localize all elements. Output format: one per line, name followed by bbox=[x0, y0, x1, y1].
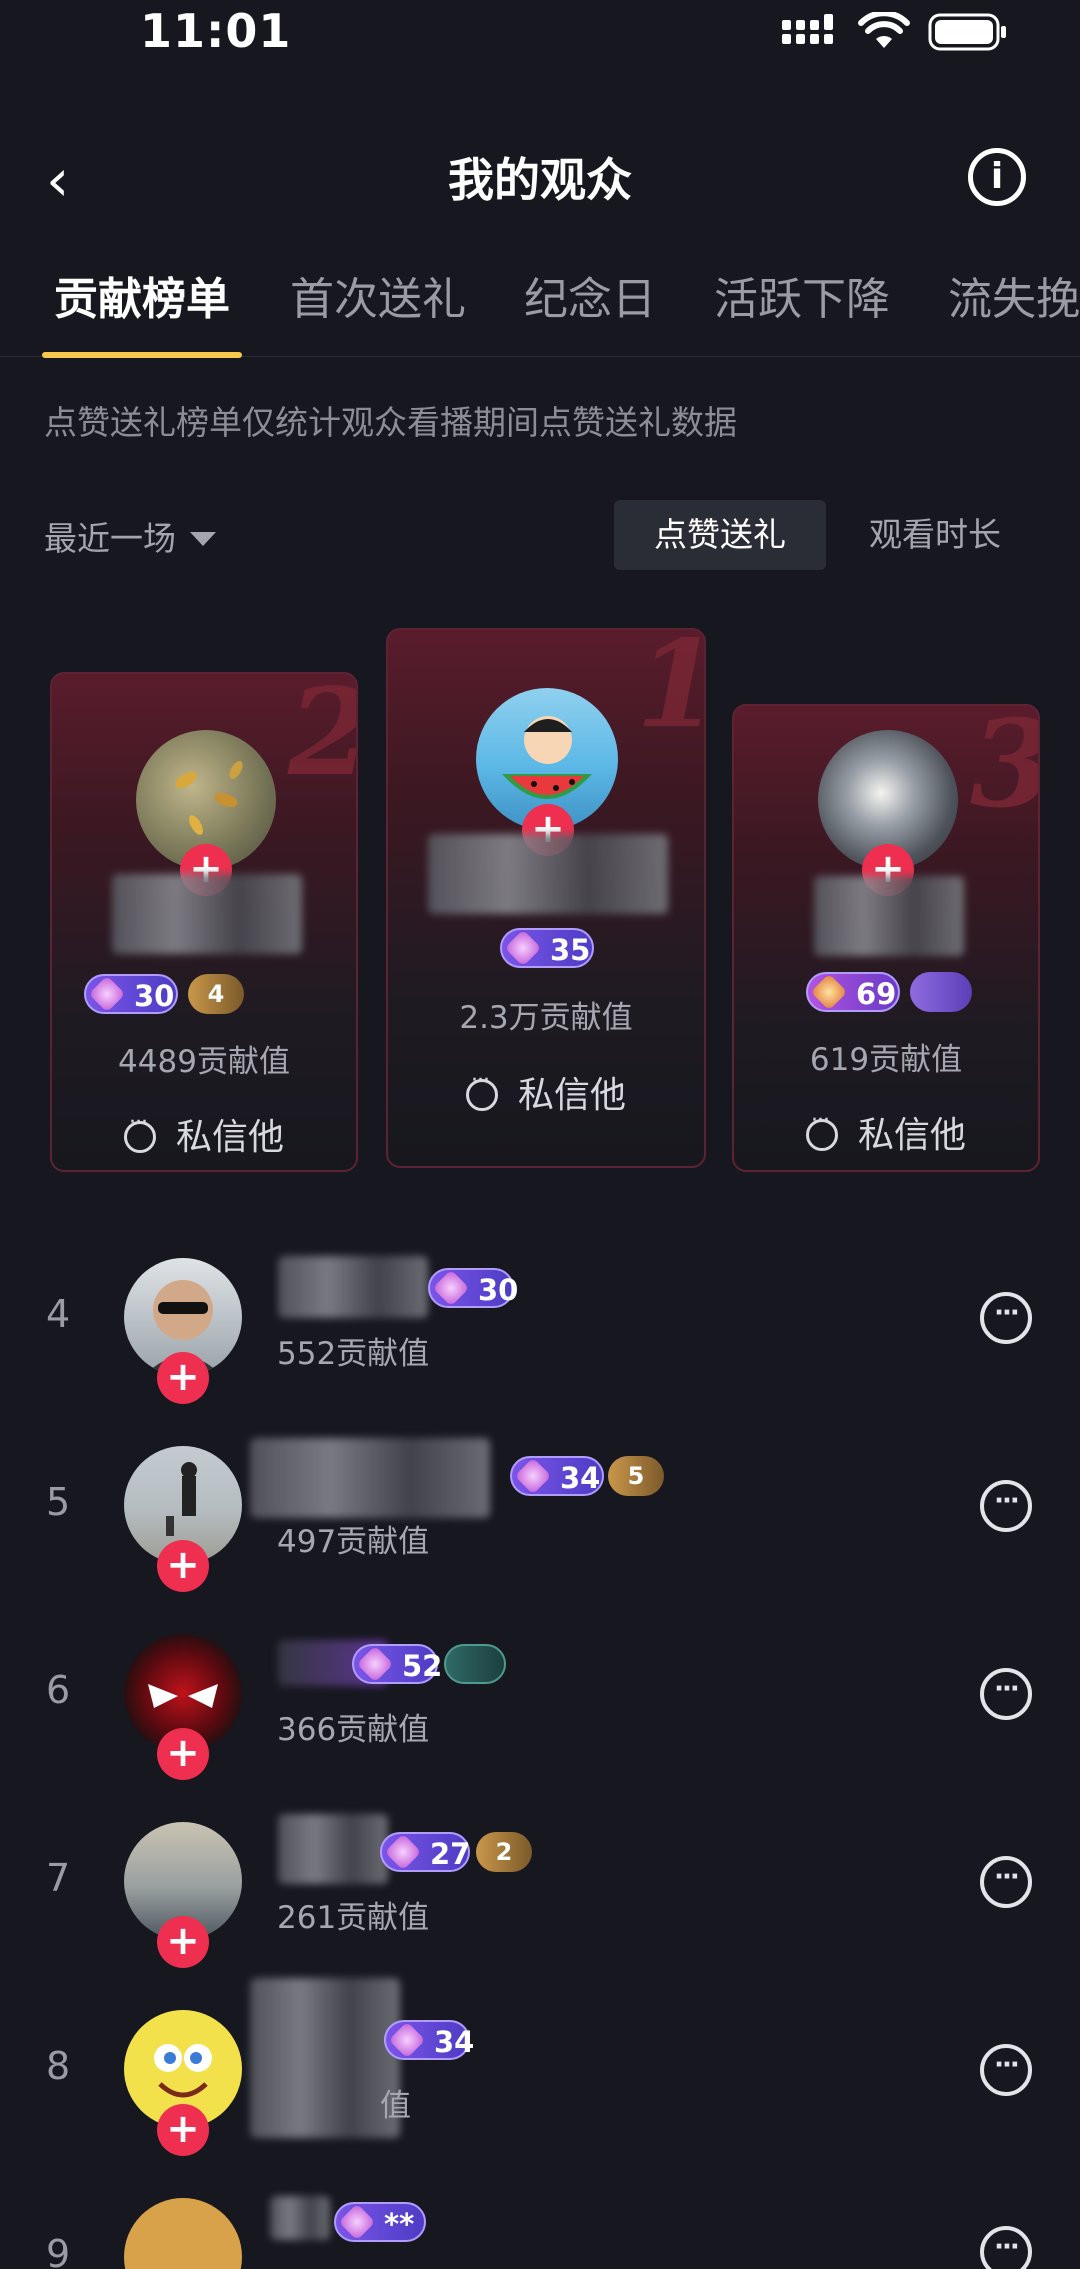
rank-number: 7 bbox=[46, 1856, 71, 1900]
tab-anniversary[interactable]: 纪念日 bbox=[524, 268, 656, 332]
list-item[interactable]: 4 + 30 552贡献值 ··· bbox=[0, 1250, 1080, 1404]
user-level-badge: 30 bbox=[428, 1268, 518, 1308]
message-button[interactable]: 私信他 bbox=[734, 1106, 1038, 1158]
message-icon[interactable]: ··· bbox=[980, 2044, 1032, 2096]
rank-number: 6 bbox=[46, 1668, 71, 1712]
blurred-username bbox=[270, 2196, 330, 2240]
signal-icon bbox=[782, 14, 833, 44]
battery-icon bbox=[928, 13, 1006, 51]
fan-badge-icon bbox=[444, 1644, 506, 1684]
blurred-username bbox=[814, 876, 964, 956]
time-filter-dropdown[interactable]: 最近一场 bbox=[44, 512, 216, 560]
tab-indicator bbox=[42, 352, 242, 358]
time-filter-label: 最近一场 bbox=[44, 519, 176, 558]
contribution-value: 366贡献值 bbox=[277, 1712, 430, 1748]
status-time: 11:01 bbox=[140, 4, 292, 58]
blurred-username bbox=[250, 1978, 400, 2138]
blurred-username bbox=[250, 1438, 490, 1518]
follow-plus-button[interactable]: + bbox=[157, 2104, 209, 2156]
message-icon[interactable]: ··· bbox=[980, 2226, 1032, 2269]
rank-number: 1 bbox=[636, 630, 704, 755]
rank-number: 5 bbox=[46, 1480, 71, 1524]
tab-churn[interactable]: 流失挽 bbox=[948, 268, 1080, 332]
follow-plus-button[interactable]: + bbox=[157, 1728, 209, 1780]
wifi-icon bbox=[858, 12, 910, 48]
segment-likes-gifts[interactable]: 点赞送礼 bbox=[614, 500, 826, 570]
message-icon[interactable]: ··· bbox=[980, 1668, 1032, 1720]
message-icon[interactable]: ··· bbox=[980, 1292, 1032, 1344]
rank-number: 2 bbox=[288, 674, 356, 803]
contribution-value: 619贡献值 bbox=[809, 1042, 963, 1078]
user-level-badge: 34 bbox=[510, 1456, 604, 1496]
contribution-value: 552贡献值 bbox=[277, 1336, 430, 1372]
blurred-username bbox=[428, 834, 668, 914]
follow-plus-button[interactable]: + bbox=[157, 1352, 209, 1404]
user-level-badge: 69 bbox=[806, 972, 900, 1012]
caret-down-icon bbox=[190, 532, 216, 546]
contribution-value: 261贡献值 bbox=[277, 1900, 430, 1936]
ranking-note: 点赞送礼榜单仅统计观众看播期间点赞送礼数据 bbox=[44, 403, 737, 442]
list-item[interactable]: 6 + 52 366贡献值 ··· bbox=[0, 1626, 1080, 1780]
contribution-value: 4489贡献值 bbox=[118, 1044, 290, 1080]
chat-icon bbox=[123, 1110, 156, 1153]
rank-number: 3 bbox=[970, 706, 1038, 835]
chat-icon bbox=[805, 1108, 838, 1151]
fan-level-badge: 5 bbox=[608, 1456, 664, 1496]
rank-number: 4 bbox=[46, 1292, 71, 1336]
contribution-value: 值 bbox=[380, 2088, 411, 2124]
contribution-value: 497贡献值 bbox=[277, 1524, 430, 1560]
message-button[interactable]: 私信他 bbox=[388, 1066, 704, 1118]
avatar[interactable] bbox=[124, 2198, 242, 2269]
follow-plus-button[interactable]: + bbox=[157, 1540, 209, 1592]
fan-level-badge: 2 bbox=[476, 1832, 532, 1872]
tab-bar: 贡献榜单 首次送礼 纪念日 活跃下降 流失挽 bbox=[0, 268, 1080, 358]
blurred-username bbox=[112, 874, 302, 954]
list-item[interactable]: 8 + 34 值 ··· bbox=[0, 1978, 1080, 2156]
rank-number: 8 bbox=[46, 2044, 71, 2088]
tab-activity-decline[interactable]: 活跃下降 bbox=[714, 268, 890, 332]
user-level-badge: ** bbox=[334, 2202, 426, 2242]
blurred-username bbox=[278, 1256, 428, 1318]
user-level-badge: 34 bbox=[384, 2020, 474, 2060]
message-button[interactable]: 私信他 bbox=[52, 1108, 356, 1160]
list-item[interactable]: 5 + 34 5 497贡献值 ··· bbox=[0, 1438, 1080, 1592]
chat-icon bbox=[465, 1068, 498, 1111]
podium-card-3[interactable]: 3 + 69 619贡献值 私信他 bbox=[732, 704, 1040, 1172]
follow-plus-button[interactable]: + bbox=[157, 1916, 209, 1968]
fan-level-badge: 4 bbox=[188, 974, 244, 1014]
user-level-badge: 35 bbox=[500, 928, 594, 968]
info-icon[interactable]: i bbox=[968, 148, 1026, 206]
blurred-username bbox=[278, 1814, 388, 1884]
message-icon[interactable]: ··· bbox=[980, 1480, 1032, 1532]
fan-badge-icon bbox=[910, 972, 972, 1012]
podium-card-1[interactable]: 1 + 35 2.3万贡献值 私信他 bbox=[386, 628, 706, 1168]
user-level-badge: 52 bbox=[352, 1644, 442, 1684]
page-title: 我的观众 bbox=[448, 153, 632, 207]
podium-card-2[interactable]: 2 + 30 4 4489贡献值 私信他 bbox=[50, 672, 358, 1172]
list-item[interactable]: 9 ** ··· bbox=[0, 2190, 1080, 2269]
list-item[interactable]: 7 + 27 2 261贡献值 ··· bbox=[0, 1814, 1080, 1968]
user-level-badge: 27 bbox=[380, 1832, 470, 1872]
user-level-badge: 30 bbox=[84, 974, 178, 1014]
segment-watch-time[interactable]: 观看时长 bbox=[860, 500, 1010, 570]
contribution-value: 2.3万贡献值 bbox=[459, 1000, 633, 1036]
tab-contribution[interactable]: 贡献榜单 bbox=[54, 268, 230, 332]
rank-number: 9 bbox=[46, 2232, 71, 2269]
message-icon[interactable]: ··· bbox=[980, 1856, 1032, 1908]
tab-first-gift[interactable]: 首次送礼 bbox=[290, 268, 466, 332]
